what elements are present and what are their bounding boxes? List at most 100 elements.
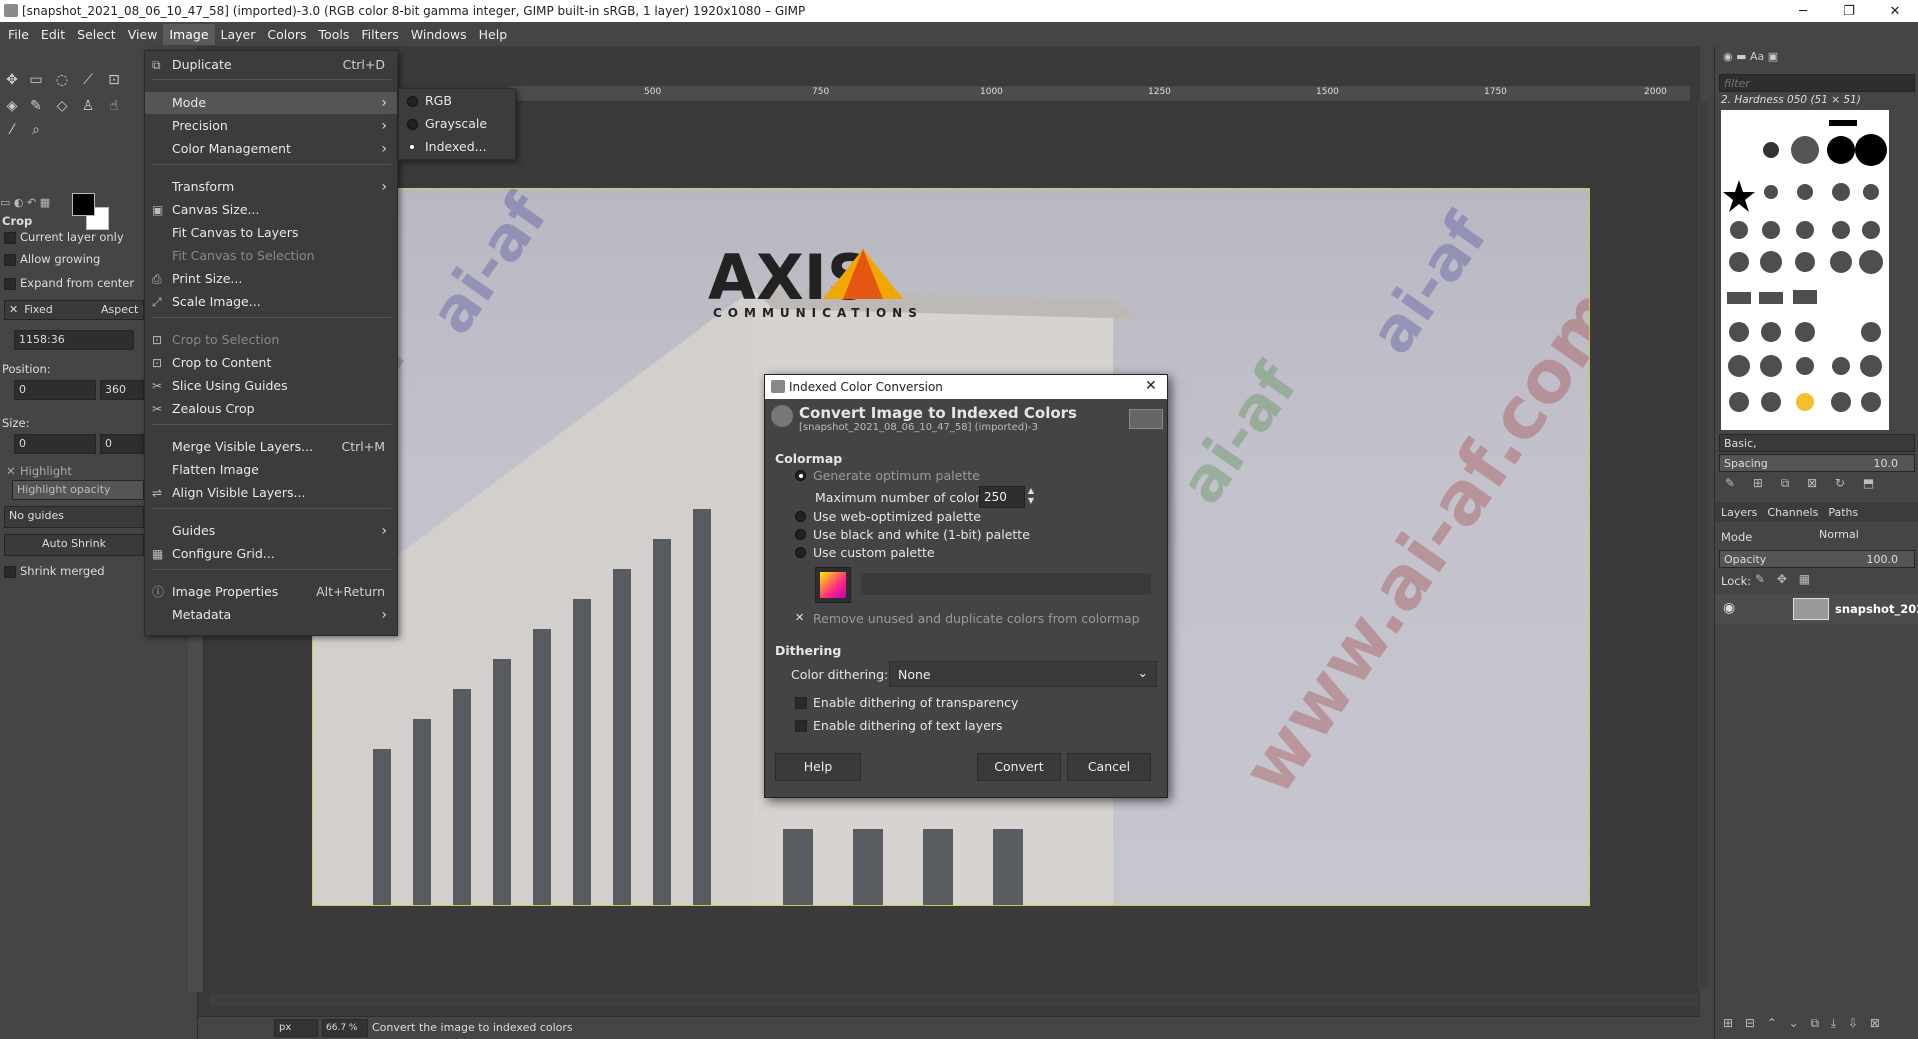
lasso-icon[interactable]: ◌	[52, 70, 72, 90]
dock-tabs-icons[interactable]: ◉ ▬ Aa ▣	[1723, 50, 1803, 64]
menu-item-guides[interactable]: Guides ›	[145, 520, 397, 542]
max-colors-spinbox[interactable]: 250	[979, 486, 1025, 508]
highlight-checkbox[interactable]: ✕	[6, 464, 16, 478]
menu-item-color-management[interactable]: Color Management ›	[145, 138, 397, 160]
menu-file[interactable]: File	[2, 24, 35, 45]
expand-center-checkbox[interactable]	[4, 278, 16, 290]
layer-row[interactable]: ◉ snapshot_202	[1715, 594, 1918, 624]
menu-image[interactable]: Image	[163, 23, 215, 45]
menu-colors[interactable]: Colors	[261, 24, 312, 45]
smudge-icon[interactable]: ☝	[104, 96, 124, 116]
visibility-eye-icon[interactable]: ◉	[1723, 600, 1735, 616]
brush-grid[interactable]	[1721, 110, 1889, 430]
lock-icons[interactable]: ✎ ✥ ▦	[1755, 572, 1835, 586]
menu-item-fit-canvas-selection[interactable]: Fit Canvas to Selection	[145, 245, 397, 267]
current-layer-only-checkbox[interactable]	[4, 232, 16, 244]
menu-item-transform[interactable]: Transform ›	[145, 176, 397, 198]
maximize-button[interactable]: ❐	[1826, 0, 1872, 22]
spin-arrows-icon[interactable]: ▲ ▼	[1025, 486, 1037, 508]
eraser-icon[interactable]: ◇	[52, 96, 72, 116]
menu-item-crop-selection[interactable]: ⊡ Crop to Selection	[145, 329, 397, 351]
position-x-field[interactable]: 0	[14, 380, 96, 400]
highlight-opacity-slider[interactable]: Highlight opacity	[12, 480, 144, 500]
paintbrush-icon[interactable]: ✎	[26, 96, 46, 116]
dither-transparency-checkbox[interactable]	[795, 697, 807, 709]
brush-filter-input[interactable]: filter	[1719, 74, 1915, 92]
custom-palette-radio[interactable]	[795, 547, 806, 558]
menu-item-canvas-size[interactable]: ▣ Canvas Size...	[145, 199, 397, 221]
bucket-fill-icon[interactable]: ◈	[2, 96, 22, 116]
spacing-slider[interactable]: Spacing 10.0	[1719, 454, 1915, 472]
menu-item-mode[interactable]: Mode ›	[145, 92, 397, 114]
menu-item-merge-visible[interactable]: Merge Visible Layers... Ctrl+M	[145, 436, 397, 458]
submenu-item-indexed[interactable]: Indexed...	[399, 136, 515, 158]
menu-item-scale-image[interactable]: ⤢ Scale Image...	[145, 291, 397, 313]
layer-actions-icons[interactable]: ⊞ ⊟ ⌃ ⌄ ⧉ ⤓ ⇩ ⊠	[1723, 1016, 1918, 1031]
web-palette-radio[interactable]	[795, 511, 806, 522]
bw-palette-radio[interactable]	[795, 529, 806, 540]
menu-item-align-visible[interactable]: ⇌ Align Visible Layers...	[145, 482, 397, 504]
menu-item-metadata[interactable]: Metadata ›	[145, 604, 397, 626]
rect-select-icon[interactable]: ▭	[26, 70, 46, 90]
crop-tool-icon[interactable]: ⊡	[104, 70, 124, 90]
remove-unused-checkbox[interactable]: ✕	[795, 611, 804, 624]
move-tool-icon[interactable]: ✥	[2, 70, 22, 90]
close-button[interactable]: ✕	[1872, 0, 1918, 22]
ratio-field[interactable]: 1158:36	[14, 330, 134, 350]
horizontal-scrollbar[interactable]	[210, 994, 1698, 1006]
zoom-tool-icon[interactable]: ⌕	[26, 120, 46, 140]
clone-icon[interactable]: ♙	[78, 96, 98, 116]
menu-filters[interactable]: Filters	[355, 24, 404, 45]
cancel-button[interactable]: Cancel	[1067, 753, 1151, 781]
auto-shrink-button[interactable]: Auto Shrink	[4, 534, 144, 556]
shrink-merged-checkbox[interactable]	[4, 566, 16, 578]
menu-item-duplicate[interactable]: ⧉ Duplicate Ctrl+D	[145, 54, 397, 76]
size-h-field[interactable]: 0	[100, 434, 144, 454]
fuzzy-select-icon[interactable]: ⟋	[78, 70, 98, 90]
menu-item-print-size[interactable]: ⎙ Print Size...	[145, 268, 397, 290]
aspect-dropdown[interactable]: Aspect ra	[101, 303, 143, 316]
menu-select[interactable]: Select	[71, 24, 122, 45]
menu-item-flatten[interactable]: Flatten Image	[145, 459, 397, 481]
menu-tools[interactable]: Tools	[313, 24, 356, 45]
tab-layers[interactable]: Layers	[1721, 506, 1757, 519]
menu-help[interactable]: Help	[473, 24, 514, 45]
fixed-aspect-row[interactable]: ✕FixedAspect ra	[4, 300, 144, 320]
tool-options-tabs-icon[interactable]: ▭ ◐ ↶ ▦	[0, 196, 80, 210]
menu-item-precision[interactable]: Precision ›	[145, 115, 397, 137]
position-y-field[interactable]: 360	[100, 380, 144, 400]
brush-set-dropdown[interactable]: Basic,	[1719, 434, 1915, 452]
tab-channels[interactable]: Channels	[1767, 506, 1818, 519]
menu-item-zealous-crop[interactable]: ✂ Zealous Crop	[145, 398, 397, 420]
layer-mode-dropdown[interactable]: Normal	[1815, 526, 1885, 546]
allow-growing-checkbox[interactable]	[4, 254, 16, 266]
menu-item-crop-content[interactable]: ⊡ Crop to Content	[145, 352, 397, 374]
palette-picker-button[interactable]	[815, 567, 851, 603]
color-picker-icon[interactable]: ⁄	[2, 120, 22, 140]
tab-paths[interactable]: Paths	[1828, 506, 1858, 519]
guides-dropdown[interactable]: No guides	[4, 506, 144, 528]
dialog-close-button[interactable]: ✕	[1145, 378, 1157, 394]
menu-item-image-properties[interactable]: ⓘ Image Properties Alt+Return	[145, 581, 397, 603]
menu-layer[interactable]: Layer	[215, 24, 262, 45]
minimize-button[interactable]: ─	[1780, 0, 1826, 22]
dither-text-checkbox[interactable]	[795, 720, 807, 732]
convert-button[interactable]: Convert	[977, 753, 1061, 781]
menu-view[interactable]: View	[122, 24, 164, 45]
menu-item-fit-canvas-layers[interactable]: Fit Canvas to Layers	[145, 222, 397, 244]
menu-item-configure-grid[interactable]: ▦ Configure Grid...	[145, 543, 397, 565]
layer-opacity-slider[interactable]: Opacity 100.0	[1719, 550, 1915, 568]
submenu-item-rgb[interactable]: RGB	[399, 90, 515, 112]
vertical-scrollbar[interactable]	[1696, 102, 1708, 990]
menu-edit[interactable]: Edit	[35, 24, 71, 45]
help-button[interactable]: Help	[775, 753, 861, 781]
generate-optimum-radio[interactable]	[795, 470, 806, 481]
brush-actions-icons[interactable]: ✎ ⊞ ⧉ ⊠ ↻ ⬒	[1725, 476, 1915, 494]
menu-item-slice-guides[interactable]: ✂ Slice Using Guides	[145, 375, 397, 397]
submenu-item-grayscale[interactable]: Grayscale	[399, 113, 515, 135]
menu-windows[interactable]: Windows	[405, 24, 473, 45]
color-dithering-dropdown[interactable]: None ⌄	[889, 661, 1157, 687]
zoom-dropdown[interactable]: 66.7 %	[322, 1019, 368, 1037]
unit-dropdown[interactable]: px	[274, 1019, 318, 1037]
size-w-field[interactable]: 0	[14, 434, 96, 454]
